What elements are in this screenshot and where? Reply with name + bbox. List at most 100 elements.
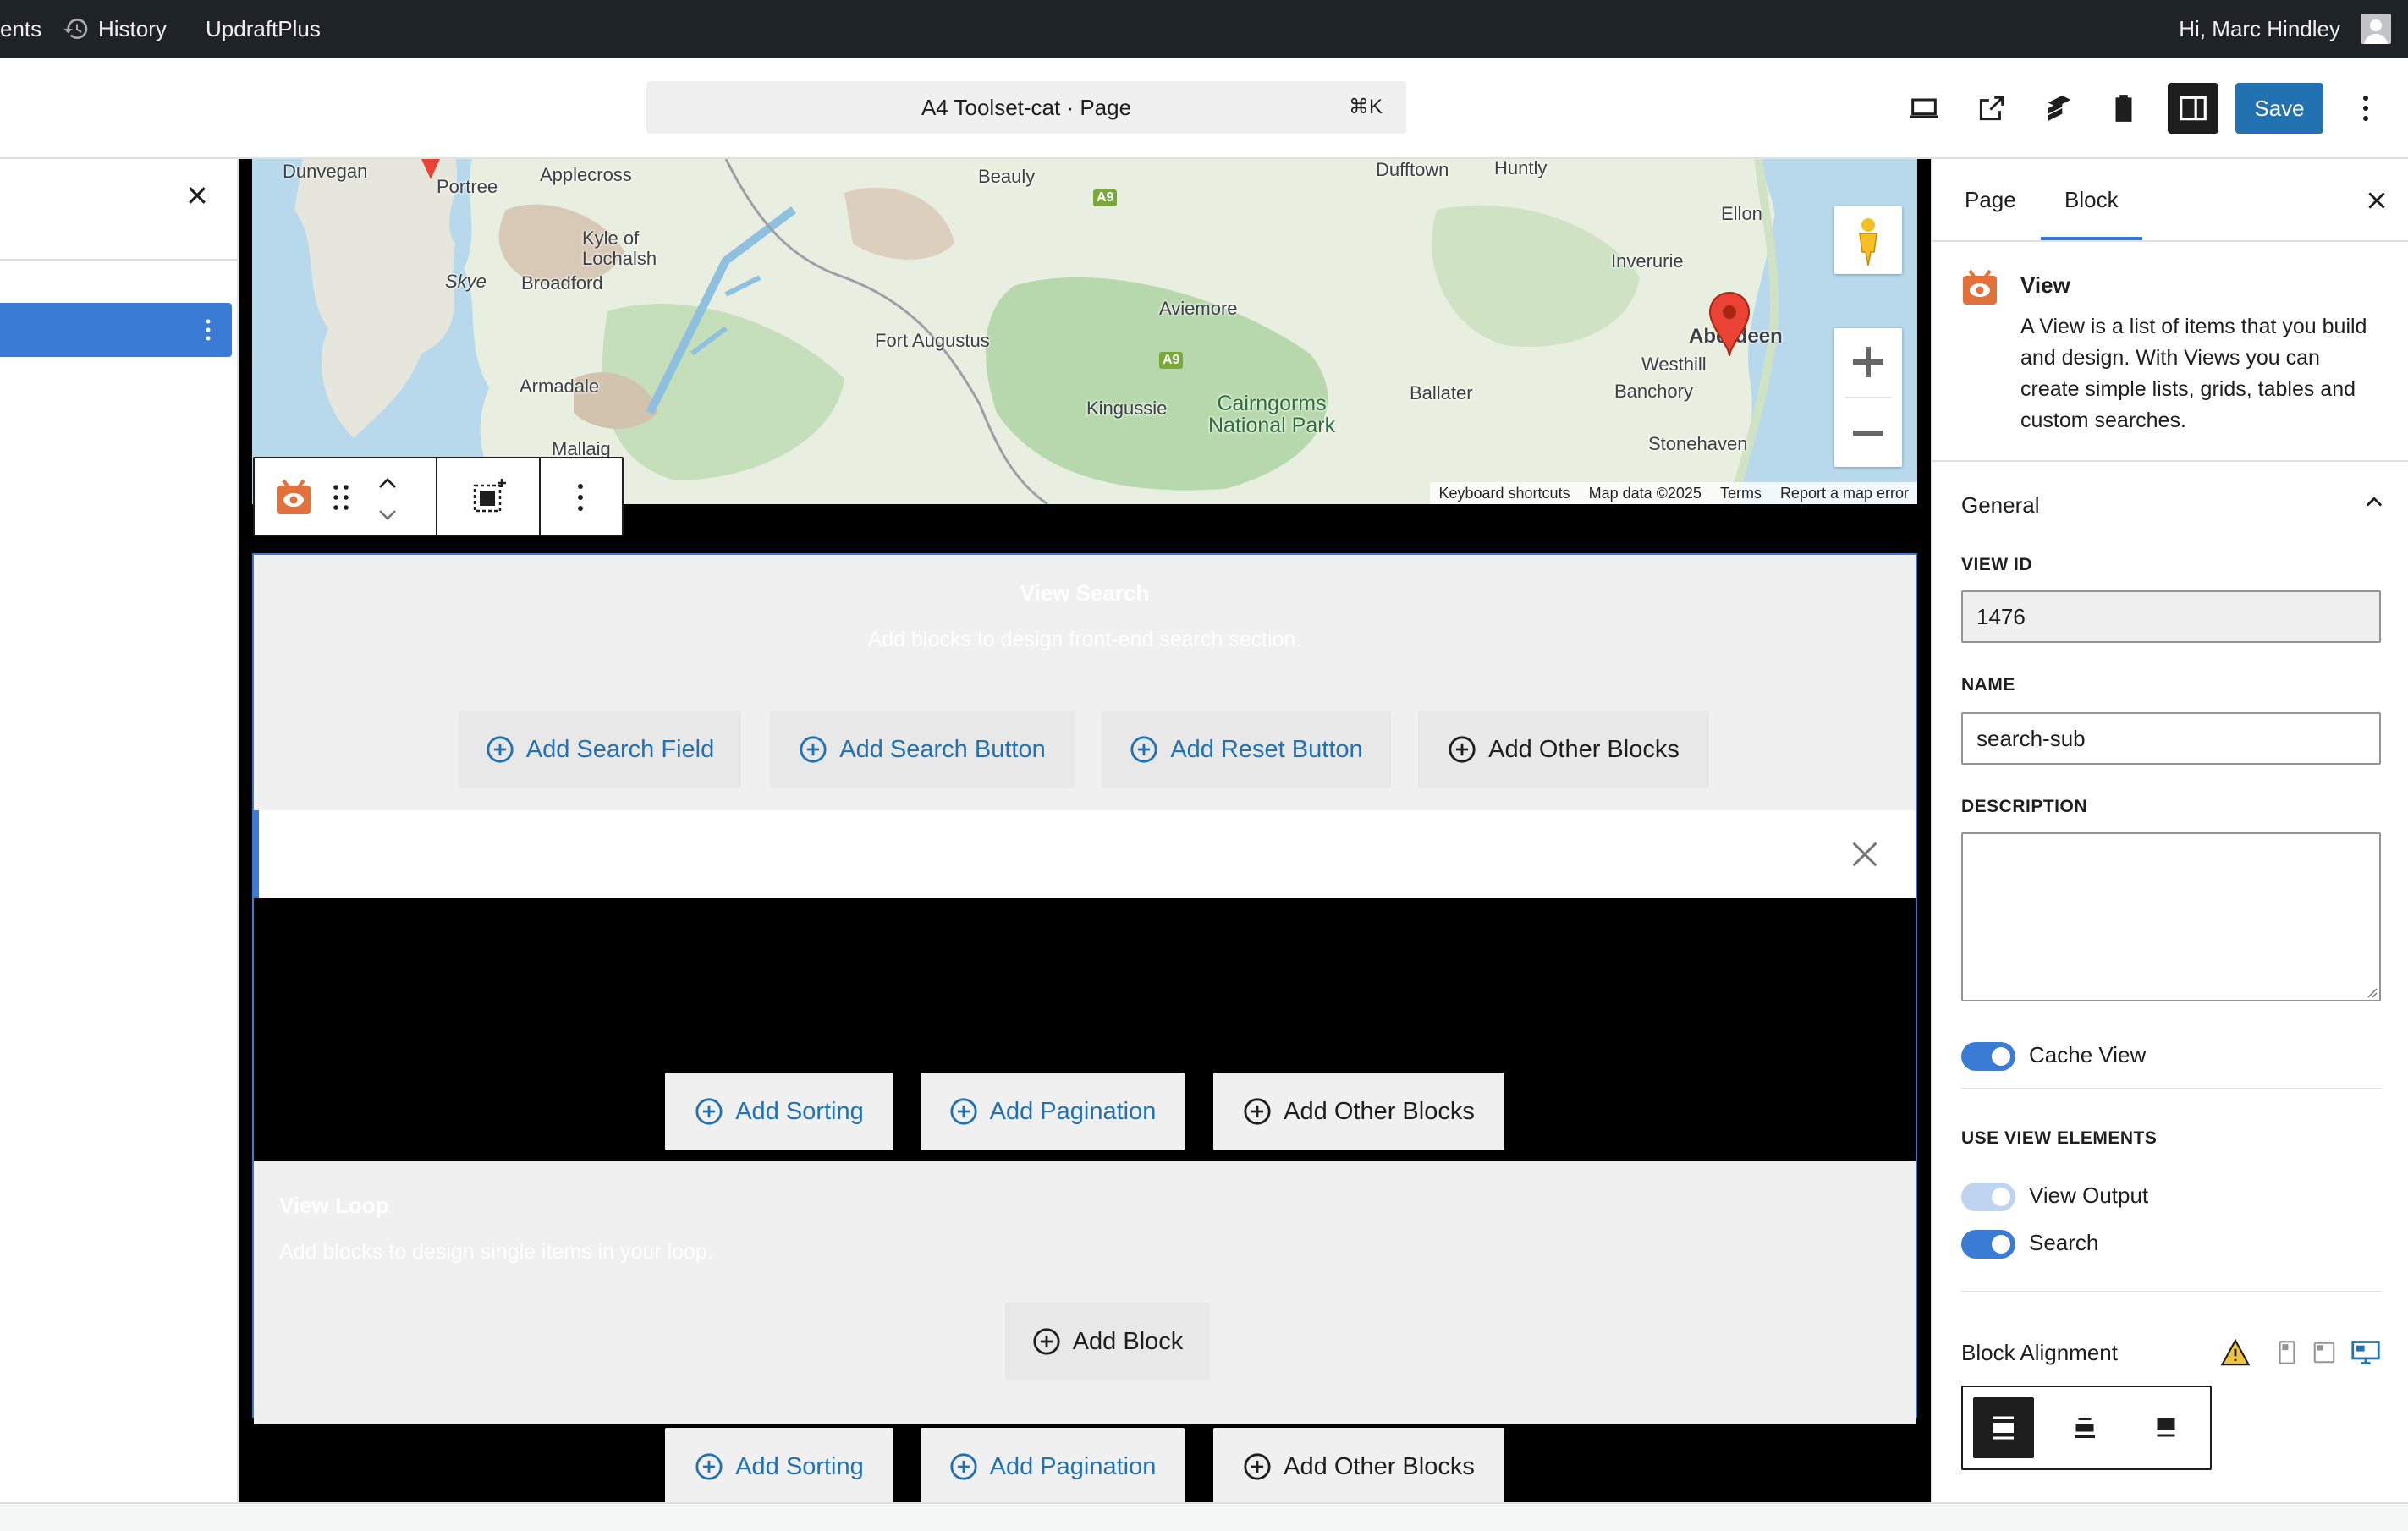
editor-header: A4 Toolset-cat · Page ⌘K Save xyxy=(0,58,2408,159)
add-sorting-label: Add Sorting xyxy=(735,1097,864,1125)
plus-circle-icon xyxy=(695,1453,723,1480)
move-down-icon[interactable] xyxy=(377,504,399,524)
cache-view-toggle[interactable] xyxy=(1961,1042,2015,1071)
add-block-button[interactable]: Add Block xyxy=(1005,1303,1210,1380)
resize-handle-icon[interactable] xyxy=(2366,986,2378,998)
close-icon[interactable] xyxy=(1848,837,1882,871)
map-block[interactable]: Dunvegan Portree Applecross Beauly Dufft… xyxy=(252,159,1917,504)
add-other-blocks-button-bottom[interactable]: Add Other Blocks xyxy=(1213,1428,1504,1502)
report-map-error-link[interactable]: Report a map error xyxy=(1780,485,1909,502)
history-icon xyxy=(63,19,88,40)
external-link-icon xyxy=(1979,96,2004,121)
select-parent-icon[interactable] xyxy=(470,477,509,516)
view-loop-subtitle: Add blocks to design single items in you… xyxy=(279,1240,713,1264)
map-label-fort-augustus: Fort Augustus xyxy=(875,330,990,351)
general-panel-title[interactable]: General xyxy=(1961,492,2040,519)
add-search-field-button[interactable]: Add Search Field xyxy=(459,711,741,788)
align-center-button[interactable] xyxy=(2054,1397,2115,1458)
name-input[interactable]: search-sub xyxy=(1961,712,2381,765)
tab-block[interactable]: Block xyxy=(2041,159,2142,240)
search-label: Search xyxy=(2029,1230,2099,1255)
add-reset-button-button[interactable]: Add Reset Button xyxy=(1102,711,1391,788)
add-other-blocks-button-search[interactable]: Add Other Blocks xyxy=(1418,711,1709,788)
chevron-up-icon[interactable] xyxy=(2362,491,2386,514)
street-view-pegman[interactable] xyxy=(1834,206,1902,274)
toolset-view-block-icon xyxy=(1963,269,1997,305)
add-sorting-button-top[interactable]: Add Sorting xyxy=(665,1073,893,1150)
zoom-out-icon[interactable] xyxy=(1834,399,1902,467)
editor-footer xyxy=(0,1502,2408,1531)
settings-sidebar-toggle[interactable] xyxy=(2168,83,2218,134)
desktop-device-icon[interactable] xyxy=(2350,1338,2381,1367)
toolset-view-block-icon[interactable] xyxy=(275,479,312,516)
map-label-armadale: Armadale xyxy=(520,376,600,397)
add-other-blocks-button-top[interactable]: Add Other Blocks xyxy=(1213,1073,1504,1150)
block-options-icon[interactable] xyxy=(576,482,585,513)
mobile-device-icon[interactable] xyxy=(2274,1338,2300,1367)
document-bar[interactable]: A4 Toolset-cat · Page ⌘K xyxy=(646,81,1406,134)
options-menu-button[interactable] xyxy=(2340,83,2391,134)
plus-circle-icon xyxy=(1244,1098,1271,1125)
save-button[interactable]: Save xyxy=(2235,83,2323,134)
close-icon[interactable] xyxy=(184,183,210,208)
description-textarea[interactable] xyxy=(1961,832,2381,1001)
terms-link[interactable]: Terms xyxy=(1720,485,1762,502)
keyboard-shortcuts-link[interactable]: Keyboard shortcuts xyxy=(1438,485,1570,502)
view-block[interactable]: View Search Add blocks to design front-e… xyxy=(252,553,1917,1502)
drag-handle-icon[interactable] xyxy=(333,482,349,513)
toolset-button[interactable] xyxy=(2034,83,2085,134)
item-options-icon[interactable] xyxy=(205,318,212,342)
map-label-kingussie: Kingussie xyxy=(1086,398,1168,419)
admin-bar-item-comments[interactable]: ents xyxy=(0,0,41,58)
plugin-button[interactable] xyxy=(2098,83,2149,134)
view-id-label: VIEW ID xyxy=(1961,555,2033,574)
admin-bar-greeting[interactable]: Hi, Marc Hindley xyxy=(2179,0,2340,58)
view-search-title: View Search xyxy=(1020,580,1150,606)
align-right-button[interactable] xyxy=(2136,1397,2196,1458)
tablet-device-icon[interactable] xyxy=(2312,1338,2337,1367)
list-view-selected-item[interactable] xyxy=(0,303,232,357)
add-pagination-button-top[interactable]: Add Pagination xyxy=(921,1073,1185,1150)
add-pagination-button-bottom[interactable]: Add Pagination xyxy=(921,1428,1185,1502)
zoom-divider xyxy=(1844,397,1892,398)
section-divider xyxy=(1961,1291,2381,1292)
laptop-icon xyxy=(1910,98,1938,118)
avatar[interactable] xyxy=(2361,14,2391,44)
add-other-blocks-label: Add Other Blocks xyxy=(1284,1097,1475,1125)
map-label-skye: Skye xyxy=(445,271,487,292)
admin-bar-item-updraftplus[interactable]: UpdraftPlus xyxy=(206,0,321,58)
align-left-icon xyxy=(1993,1416,2014,1440)
card-divider xyxy=(1932,460,2408,462)
close-sidebar-icon[interactable] xyxy=(2366,189,2388,211)
warning-icon xyxy=(2220,1338,2251,1366)
view-page-button[interactable] xyxy=(1966,83,2017,134)
view-output-toggle[interactable] xyxy=(1961,1183,2015,1211)
plus-circle-icon xyxy=(1130,736,1157,763)
map-pin-icon[interactable] xyxy=(1707,291,1751,359)
list-view-divider xyxy=(0,259,239,261)
avatar-user-icon xyxy=(2364,19,2388,44)
map-marker-icon[interactable] xyxy=(418,159,443,181)
align-left-button[interactable] xyxy=(1973,1397,2034,1458)
toolbar-divider-2 xyxy=(539,458,541,535)
plus-circle-icon xyxy=(800,736,827,763)
map-label-aviemore: Aviemore xyxy=(1159,298,1238,319)
list-view-panel xyxy=(0,159,239,1502)
tab-page[interactable]: Page xyxy=(1961,159,2020,240)
plus-circle-icon xyxy=(950,1098,977,1125)
name-value: search-sub xyxy=(1976,725,2086,751)
preview-device-button[interactable] xyxy=(1899,83,1949,134)
add-search-button-button[interactable]: Add Search Button xyxy=(770,711,1075,788)
zoom-in-icon[interactable] xyxy=(1834,328,1902,396)
selected-inner-block[interactable] xyxy=(254,810,1916,898)
cache-view-label: Cache View xyxy=(2029,1042,2147,1067)
map-label-broadford: Broadford xyxy=(521,272,603,294)
add-block-label: Add Block xyxy=(1072,1327,1184,1355)
add-pagination-label: Add Pagination xyxy=(989,1097,1157,1125)
admin-bar-item-history[interactable]: History xyxy=(63,0,167,58)
block-toolbar xyxy=(253,457,624,536)
move-up-icon[interactable] xyxy=(377,474,399,494)
search-toggle[interactable] xyxy=(1961,1230,2015,1259)
add-sorting-button-bottom[interactable]: Add Sorting xyxy=(665,1428,893,1502)
plus-circle-icon xyxy=(487,736,514,763)
